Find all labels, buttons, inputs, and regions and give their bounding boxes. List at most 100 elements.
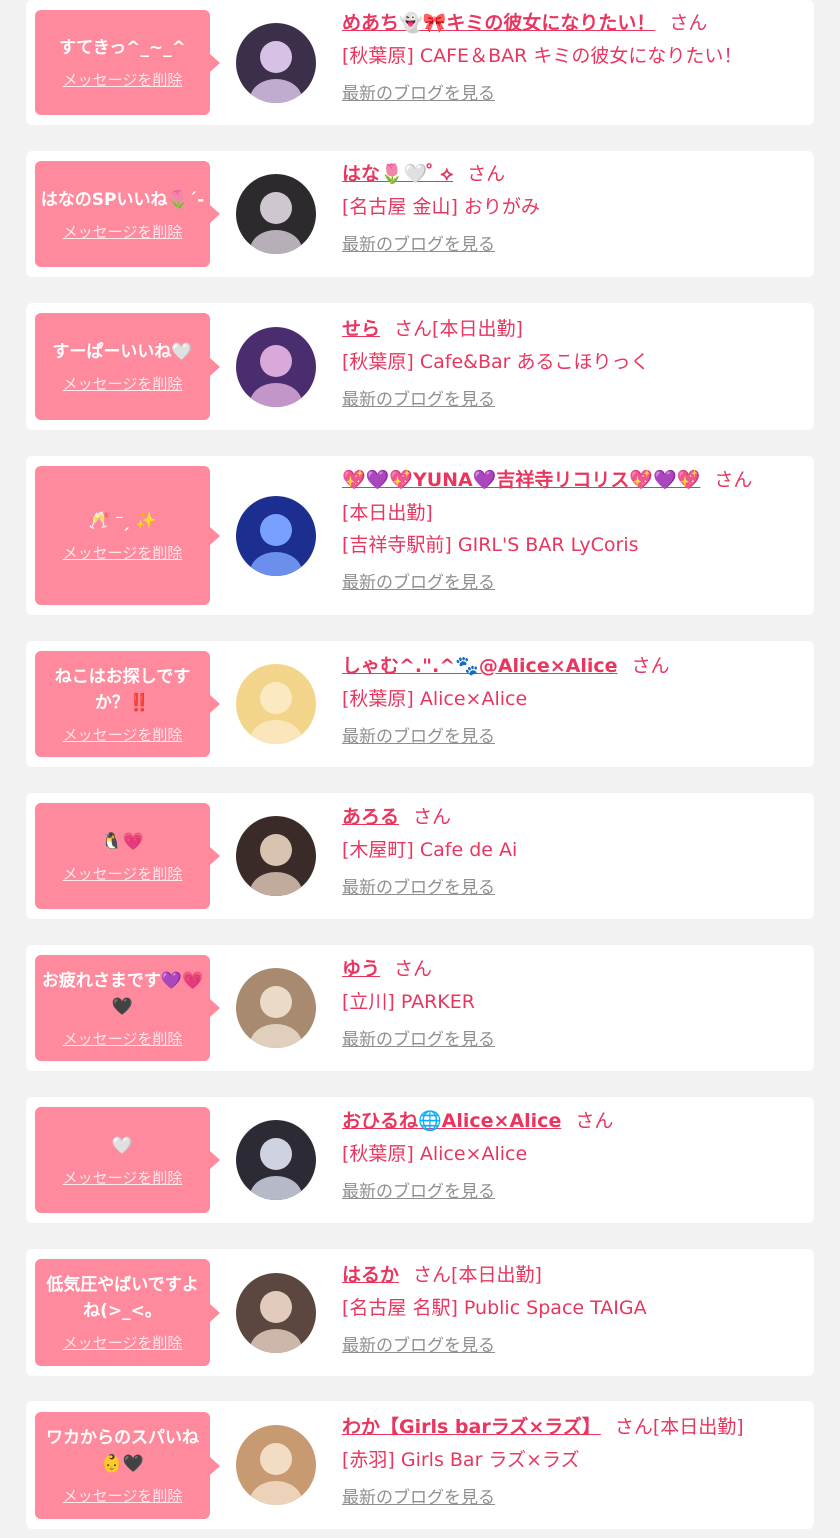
delete-message-button[interactable]: メッセージを削除 xyxy=(63,1028,183,1049)
cast-info: しゃむ^.".^🐾@Alice×Alice さん [秋葉原] Alice×Alic… xyxy=(342,649,804,749)
message-bubble: ワカからのスパいね👶🖤 メッセージを削除 xyxy=(35,1412,220,1519)
cast-name-link[interactable]: めあち👻🎀キミの彼女になりたい！ xyxy=(342,12,655,34)
cast-info: あろる さん [木屋町] Cafe de Ai 最新のブログを見る xyxy=(342,800,804,900)
avatar[interactable] xyxy=(236,327,316,407)
latest-blog-link[interactable]: 最新のブログを見る xyxy=(342,876,495,900)
san-suffix: さん xyxy=(631,655,670,677)
shop-info: [秋葉原] CAFE＆BAR キミの彼女になりたい！ xyxy=(342,45,743,67)
message-text: 🐧💗 xyxy=(101,831,144,852)
san-suffix: さん xyxy=(413,1264,452,1286)
avatar[interactable] xyxy=(236,174,316,254)
message-card: 低気圧やばいですよね(>_<。 メッセージを削除 はるか さん[本日出勤] [名古… xyxy=(26,1249,814,1376)
shop-info: [吉祥寺駅前] GIRL'S BAR LyCoris xyxy=(342,534,639,556)
avatar[interactable] xyxy=(236,968,316,1048)
cast-name-link[interactable]: しゃむ^.".^🐾@Alice×Alice xyxy=(342,655,618,677)
avatar-image xyxy=(236,968,316,1048)
message-bubble: 🐧💗 メッセージを削除 xyxy=(35,803,220,909)
shop-info: [木屋町] Cafe de Ai xyxy=(342,839,518,861)
message-text: 🥂 ⁻ ̗ ✨ xyxy=(87,511,158,531)
delete-message-button[interactable]: メッセージを削除 xyxy=(63,1167,183,1188)
latest-blog-link[interactable]: 最新のブログを見る xyxy=(342,1486,495,1510)
shop-info: [秋葉原] Alice×Alice xyxy=(342,1143,528,1165)
latest-blog-link[interactable]: 最新のブログを見る xyxy=(342,233,495,257)
latest-blog-link[interactable]: 最新のブログを見る xyxy=(342,1334,495,1358)
cast-info: せら さん[本日出勤] [秋葉原] Cafe&Bar あるこほりっく 最新のブログ… xyxy=(342,312,804,412)
message-text: すてきっ^_~_^ xyxy=(59,38,186,58)
avatar-image xyxy=(236,1425,316,1505)
avatar-image xyxy=(236,496,316,576)
cast-name-link[interactable]: 💖💜💖YUNA💜吉祥寺リコリス💖💜💖 xyxy=(342,469,700,491)
cast-info: わか【Girls barラズ×ラズ】 さん[本日出勤] [赤羽] Girls Ba… xyxy=(342,1410,804,1510)
avatar-image xyxy=(236,23,316,103)
delete-message-button[interactable]: メッセージを削除 xyxy=(63,724,183,745)
avatar-image xyxy=(236,1120,316,1200)
san-suffix: さん xyxy=(714,469,753,491)
message-card: 🥂 ⁻ ̗ ✨ メッセージを削除 💖💜💖YUNA💜吉祥寺リコリス💖💜💖 さん [本… xyxy=(26,456,814,615)
message-bubble: 🤍 メッセージを削除 xyxy=(35,1107,220,1213)
avatar[interactable] xyxy=(236,816,316,896)
message-card: すーぱーいいね🤍 メッセージを削除 せら さん[本日出勤] [秋葉原] Cafe&… xyxy=(26,303,814,430)
status-badge: [本日出勤] xyxy=(432,318,523,340)
message-bubble: すてきっ^_~_^ メッセージを削除 xyxy=(35,10,220,115)
shop-info: [名古屋 名駅] Public Space TAIGA xyxy=(342,1297,647,1319)
cast-info: はるか さん[本日出勤] [名古屋 名駅] Public Space TAIGA … xyxy=(342,1258,804,1358)
cast-info: ゆう さん [立川] PARKER 最新のブログを見る xyxy=(342,952,804,1052)
message-card: ワカからのスパいね👶🖤 メッセージを削除 わか【Girls barラズ×ラズ】さ… xyxy=(26,1401,814,1529)
cast-info: 💖💜💖YUNA💜吉祥寺リコリス💖💜💖 さん [本日出勤] [吉祥寺駅前] GIRL'… xyxy=(342,463,804,595)
message-bubble: 低気圧やばいですよね(>_<。 メッセージを削除 xyxy=(35,1259,220,1366)
avatar[interactable] xyxy=(236,496,316,576)
message-bubble: すーぱーいいね🤍 メッセージを削除 xyxy=(35,313,220,420)
delete-message-button[interactable]: メッセージを削除 xyxy=(63,1332,183,1353)
avatar[interactable] xyxy=(236,1120,316,1200)
delete-message-button[interactable]: メッセージを削除 xyxy=(63,221,183,242)
shop-info: [秋葉原] Alice×Alice xyxy=(342,688,528,710)
cast-name-link[interactable]: ゆう xyxy=(342,958,380,980)
latest-blog-link[interactable]: 最新のブログを見る xyxy=(342,1028,495,1052)
cast-name-link[interactable]: おひるね🌐Alice×Alice xyxy=(342,1110,561,1132)
cast-name-link[interactable]: あろる xyxy=(342,806,399,828)
cast-info: はな🌷🤍 ̊ ⟡ さん [名古屋 金山] おりがみ 最新のブログを見る xyxy=(342,157,804,257)
delete-message-button[interactable]: メッセージを削除 xyxy=(63,1485,183,1506)
delete-message-button[interactable]: メッセージを削除 xyxy=(63,542,183,563)
avatar[interactable] xyxy=(236,1425,316,1505)
message-text: ワカからのスパいね👶🖤 xyxy=(46,1428,199,1474)
cast-info: おひるね🌐Alice×Alice さん [秋葉原] Alice×Alice 最新の… xyxy=(342,1104,804,1204)
message-list: すてきっ^_~_^ メッセージを削除 めあち👻🎀キミの彼女になりたい！ さん [秋… xyxy=(0,0,840,1538)
avatar-image xyxy=(236,174,316,254)
san-suffix: さん xyxy=(669,12,708,34)
message-card: お疲れさまです💜💗🖤 メッセージを削除 ゆう さん [立川] PARKER 最新の… xyxy=(26,945,814,1071)
latest-blog-link[interactable]: 最新のブログを見る xyxy=(342,725,495,749)
avatar-image xyxy=(236,1273,316,1353)
avatar[interactable] xyxy=(236,664,316,744)
avatar[interactable] xyxy=(236,1273,316,1353)
message-card: 🐧💗 メッセージを削除 あろる さん [木屋町] Cafe de Ai 最新のブロ… xyxy=(26,793,814,919)
san-suffix: さん xyxy=(394,318,433,340)
avatar-image xyxy=(236,664,316,744)
cast-name-link[interactable]: わか【Girls barラズ×ラズ】 xyxy=(342,1416,601,1438)
cast-name-link[interactable]: はるか xyxy=(342,1264,399,1286)
cast-name-link[interactable]: はな🌷🤍 ̊ ⟡ xyxy=(342,163,453,185)
message-text: 低気圧やばいですよね(>_<。 xyxy=(46,1275,199,1321)
avatar[interactable] xyxy=(236,23,316,103)
latest-blog-link[interactable]: 最新のブログを見る xyxy=(342,1180,495,1204)
latest-blog-link[interactable]: 最新のブログを見る xyxy=(342,82,495,106)
shop-info: [立川] PARKER xyxy=(342,991,475,1013)
message-text: すーぱーいいね🤍 xyxy=(52,342,193,362)
latest-blog-link[interactable]: 最新のブログを見る xyxy=(342,571,495,595)
san-suffix: さん xyxy=(614,1416,653,1438)
latest-blog-link[interactable]: 最新のブログを見る xyxy=(342,388,495,412)
shop-info: [本日出勤] xyxy=(342,502,433,524)
avatar-image xyxy=(236,327,316,407)
delete-message-button[interactable]: メッセージを削除 xyxy=(63,69,183,90)
message-bubble: お疲れさまです💜💗🖤 メッセージを削除 xyxy=(35,955,220,1061)
cast-name-link[interactable]: せら xyxy=(342,318,380,340)
status-badge: [本日出勤] xyxy=(652,1416,744,1438)
san-suffix: さん xyxy=(575,1110,614,1132)
san-suffix: さん xyxy=(413,806,452,828)
delete-message-button[interactable]: メッセージを削除 xyxy=(63,373,183,394)
message-bubble: 🥂 ⁻ ̗ ✨ メッセージを削除 xyxy=(35,466,220,605)
shop-info: [赤羽] Girls Bar ラズ×ラズ xyxy=(342,1449,580,1471)
message-text: 🤍 xyxy=(111,1135,134,1156)
delete-message-button[interactable]: メッセージを削除 xyxy=(63,863,183,884)
san-suffix: さん xyxy=(467,163,506,185)
